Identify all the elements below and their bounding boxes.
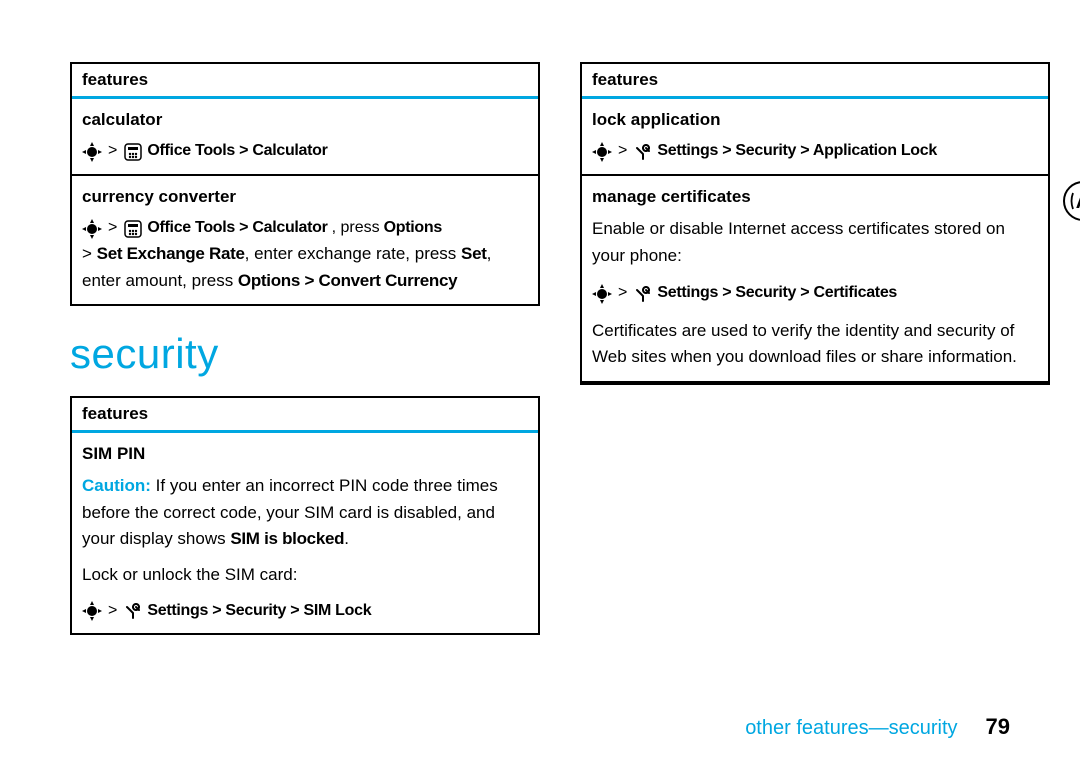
chevron-right-icon: > — [108, 216, 117, 241]
nav-path-text: Office Tools > Calculator — [147, 139, 327, 164]
page-number: 79 — [986, 714, 1010, 740]
table-header: features — [582, 64, 1048, 99]
center-key-icon — [592, 142, 612, 162]
text: > — [82, 244, 97, 263]
nav-path: > Settings > Security > SIM Lock — [82, 599, 528, 624]
office-tools-icon — [123, 219, 143, 239]
chevron-right-icon: > — [108, 139, 117, 164]
text: , — [487, 244, 492, 263]
text-bold: Set — [461, 244, 487, 263]
text: , press — [332, 216, 380, 241]
chevron-right-icon: > — [618, 281, 627, 306]
nav-path-text: Settings > Security > Certificates — [657, 281, 897, 306]
text-line: enter amount, press Options > Convert Cu… — [82, 268, 528, 294]
settings-icon — [123, 601, 143, 621]
text-bold: Options — [384, 216, 442, 241]
center-key-icon — [592, 284, 612, 304]
table-row: currency converter > Office Tools > Calc… — [72, 176, 538, 304]
table-row: SIM PIN Caution: If you enter an incorre… — [72, 433, 538, 634]
text: . — [344, 529, 349, 548]
nav-path: > Settings > Security > Application Lock — [592, 139, 1038, 164]
text: , enter exchange rate, press — [245, 244, 461, 263]
caution-label: Caution: — [82, 476, 151, 495]
center-key-icon — [82, 601, 102, 621]
nav-path-text: Settings > Security > SIM Lock — [147, 599, 371, 624]
table-row: lock application > Settings > Security >… — [582, 99, 1048, 176]
nav-path: > Office Tools > Calculator — [82, 139, 528, 164]
row-title: currency converter — [82, 184, 528, 210]
svg-text:A: A — [1076, 191, 1080, 213]
caution-paragraph: Caution: If you enter an incorrect PIN c… — [82, 473, 528, 552]
text-bold: SIM is blocked — [230, 529, 344, 548]
row-title: lock application — [592, 107, 1038, 133]
right-column: features lock application > Settings > S… — [580, 62, 1050, 385]
page-footer: other features—security 79 — [745, 714, 1010, 740]
features-table-security-left: features SIM PIN Caution: If you enter a… — [70, 396, 540, 636]
nav-path-text: Settings > Security > Application Lock — [657, 139, 937, 164]
center-key-icon — [82, 219, 102, 239]
nav-path: > Settings > Security > Certificates — [592, 281, 1038, 306]
office-tools-icon — [123, 142, 143, 162]
network-feature-icon: A — [1062, 180, 1080, 222]
center-key-icon — [82, 142, 102, 162]
settings-icon — [633, 284, 653, 304]
table-header: features — [72, 64, 538, 99]
features-table-tools: features calculator > Office Tools > Cal… — [70, 62, 540, 306]
section-heading: security — [70, 330, 540, 378]
footer-section-label: other features—security — [745, 717, 957, 740]
table-row: manage certificates Enable or disable In… — [582, 176, 1048, 383]
text-line: Enable or disable Internet access certif… — [592, 216, 1038, 269]
row-title: SIM PIN — [82, 441, 528, 467]
text-line: Certificates are used to verify the iden… — [592, 318, 1038, 371]
nav-path: > Office Tools > Calculator, press Optio… — [82, 216, 528, 241]
nav-path-text: Office Tools > Calculator — [147, 216, 327, 241]
text-bold: Set Exchange Rate — [97, 244, 245, 263]
table-row: calculator > Office Tools > Calculator — [72, 99, 538, 176]
text-line: > Set Exchange Rate, enter exchange rate… — [82, 241, 528, 267]
settings-icon — [633, 142, 653, 162]
row-title: calculator — [82, 107, 528, 133]
chevron-right-icon: > — [618, 139, 627, 164]
text-line: Lock or unlock the SIM card: — [82, 562, 528, 588]
left-column: features calculator > Office Tools > Cal… — [70, 62, 540, 635]
text-bold: Options > Convert Currency — [238, 271, 457, 290]
chevron-right-icon: > — [108, 599, 117, 624]
row-title: manage certificates — [592, 184, 1038, 210]
features-table-security-right: features lock application > Settings > S… — [580, 62, 1050, 385]
table-header: features — [72, 398, 538, 433]
text: enter amount, press — [82, 271, 238, 290]
